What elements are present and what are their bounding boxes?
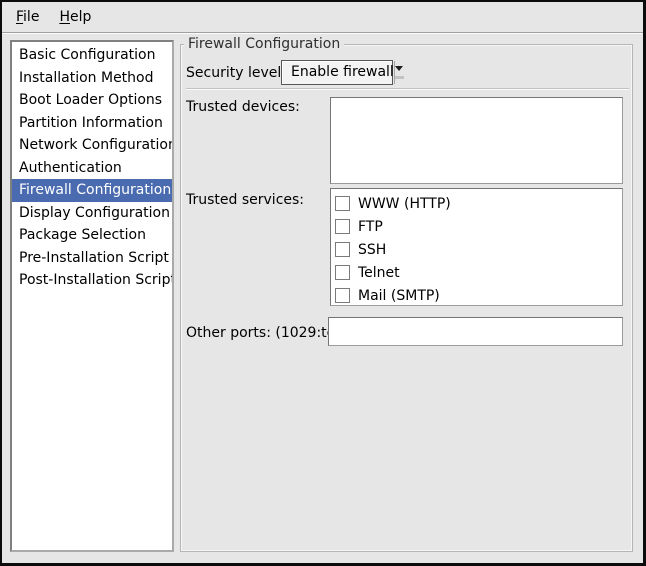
- sidebar-item-network-configuration[interactable]: Network Configuration: [12, 134, 172, 157]
- sidebar-item-partition-information[interactable]: Partition Information: [12, 112, 172, 135]
- sidebar-item-firewall-configuration[interactable]: Firewall Configuration: [12, 179, 172, 202]
- arrow-down-glyph: [395, 66, 403, 75]
- menu-help-label: Help: [59, 9, 91, 25]
- sidebar-item-authentication[interactable]: Authentication: [12, 157, 172, 180]
- service-row-mail[interactable]: Mail (SMTP): [335, 284, 622, 307]
- arrow-bar-glyph: [395, 76, 404, 79]
- trusted-services-list: WWW (HTTP) FTP SSH Telnet Mail (SMTP): [330, 188, 623, 306]
- menu-help[interactable]: Help: [49, 2, 101, 32]
- service-label-ssh: SSH: [358, 242, 386, 258]
- sidebar-item-basic-configuration[interactable]: Basic Configuration: [12, 44, 172, 67]
- service-label-www: WWW (HTTP): [358, 196, 451, 212]
- dropdown-arrow-icon: [394, 61, 404, 84]
- menu-file[interactable]: File: [6, 2, 49, 32]
- trusted-devices-list[interactable]: [330, 97, 623, 184]
- security-level-label: Security level:: [186, 64, 286, 82]
- checkbox-telnet[interactable]: [335, 265, 350, 280]
- service-label-mail: Mail (SMTP): [358, 288, 440, 304]
- service-row-www[interactable]: WWW (HTTP): [335, 192, 622, 215]
- sidebar-item-post-installation-script[interactable]: Post-Installation Script: [12, 269, 172, 292]
- security-level-value: Enable firewall: [282, 61, 394, 84]
- menu-bar: File Help: [2, 2, 643, 33]
- sidebar-item-boot-loader-options[interactable]: Boot Loader Options: [12, 89, 172, 112]
- security-level-dropdown[interactable]: Enable firewall: [281, 60, 393, 85]
- checkbox-mail-smtp[interactable]: [335, 288, 350, 303]
- other-ports-label: Other ports: (1029:tcp): [186, 324, 349, 342]
- trusted-services-label: Trusted services:: [186, 191, 304, 209]
- checkbox-ftp[interactable]: [335, 219, 350, 234]
- service-row-ssh[interactable]: SSH: [335, 238, 622, 261]
- service-label-telnet: Telnet: [358, 265, 400, 281]
- checkbox-ssh[interactable]: [335, 242, 350, 257]
- frame-title: Firewall Configuration: [184, 36, 344, 53]
- app-window: File Help Basic Configuration Installati…: [0, 0, 646, 566]
- service-row-ftp[interactable]: FTP: [335, 215, 622, 238]
- section-list: Basic Configuration Installation Method …: [10, 40, 174, 552]
- sidebar-item-installation-method[interactable]: Installation Method: [12, 67, 172, 90]
- menu-file-label: File: [16, 9, 39, 25]
- service-row-telnet[interactable]: Telnet: [335, 261, 622, 284]
- trusted-devices-label: Trusted devices:: [186, 98, 300, 116]
- service-label-ftp: FTP: [358, 219, 383, 235]
- sidebar-item-display-configuration[interactable]: Display Configuration: [12, 202, 172, 225]
- checkbox-www-http[interactable]: [335, 196, 350, 211]
- sidebar-item-package-selection[interactable]: Package Selection: [12, 224, 172, 247]
- horizontal-separator: [186, 88, 629, 89]
- sidebar-item-pre-installation-script[interactable]: Pre-Installation Script: [12, 247, 172, 270]
- other-ports-input[interactable]: [328, 317, 623, 346]
